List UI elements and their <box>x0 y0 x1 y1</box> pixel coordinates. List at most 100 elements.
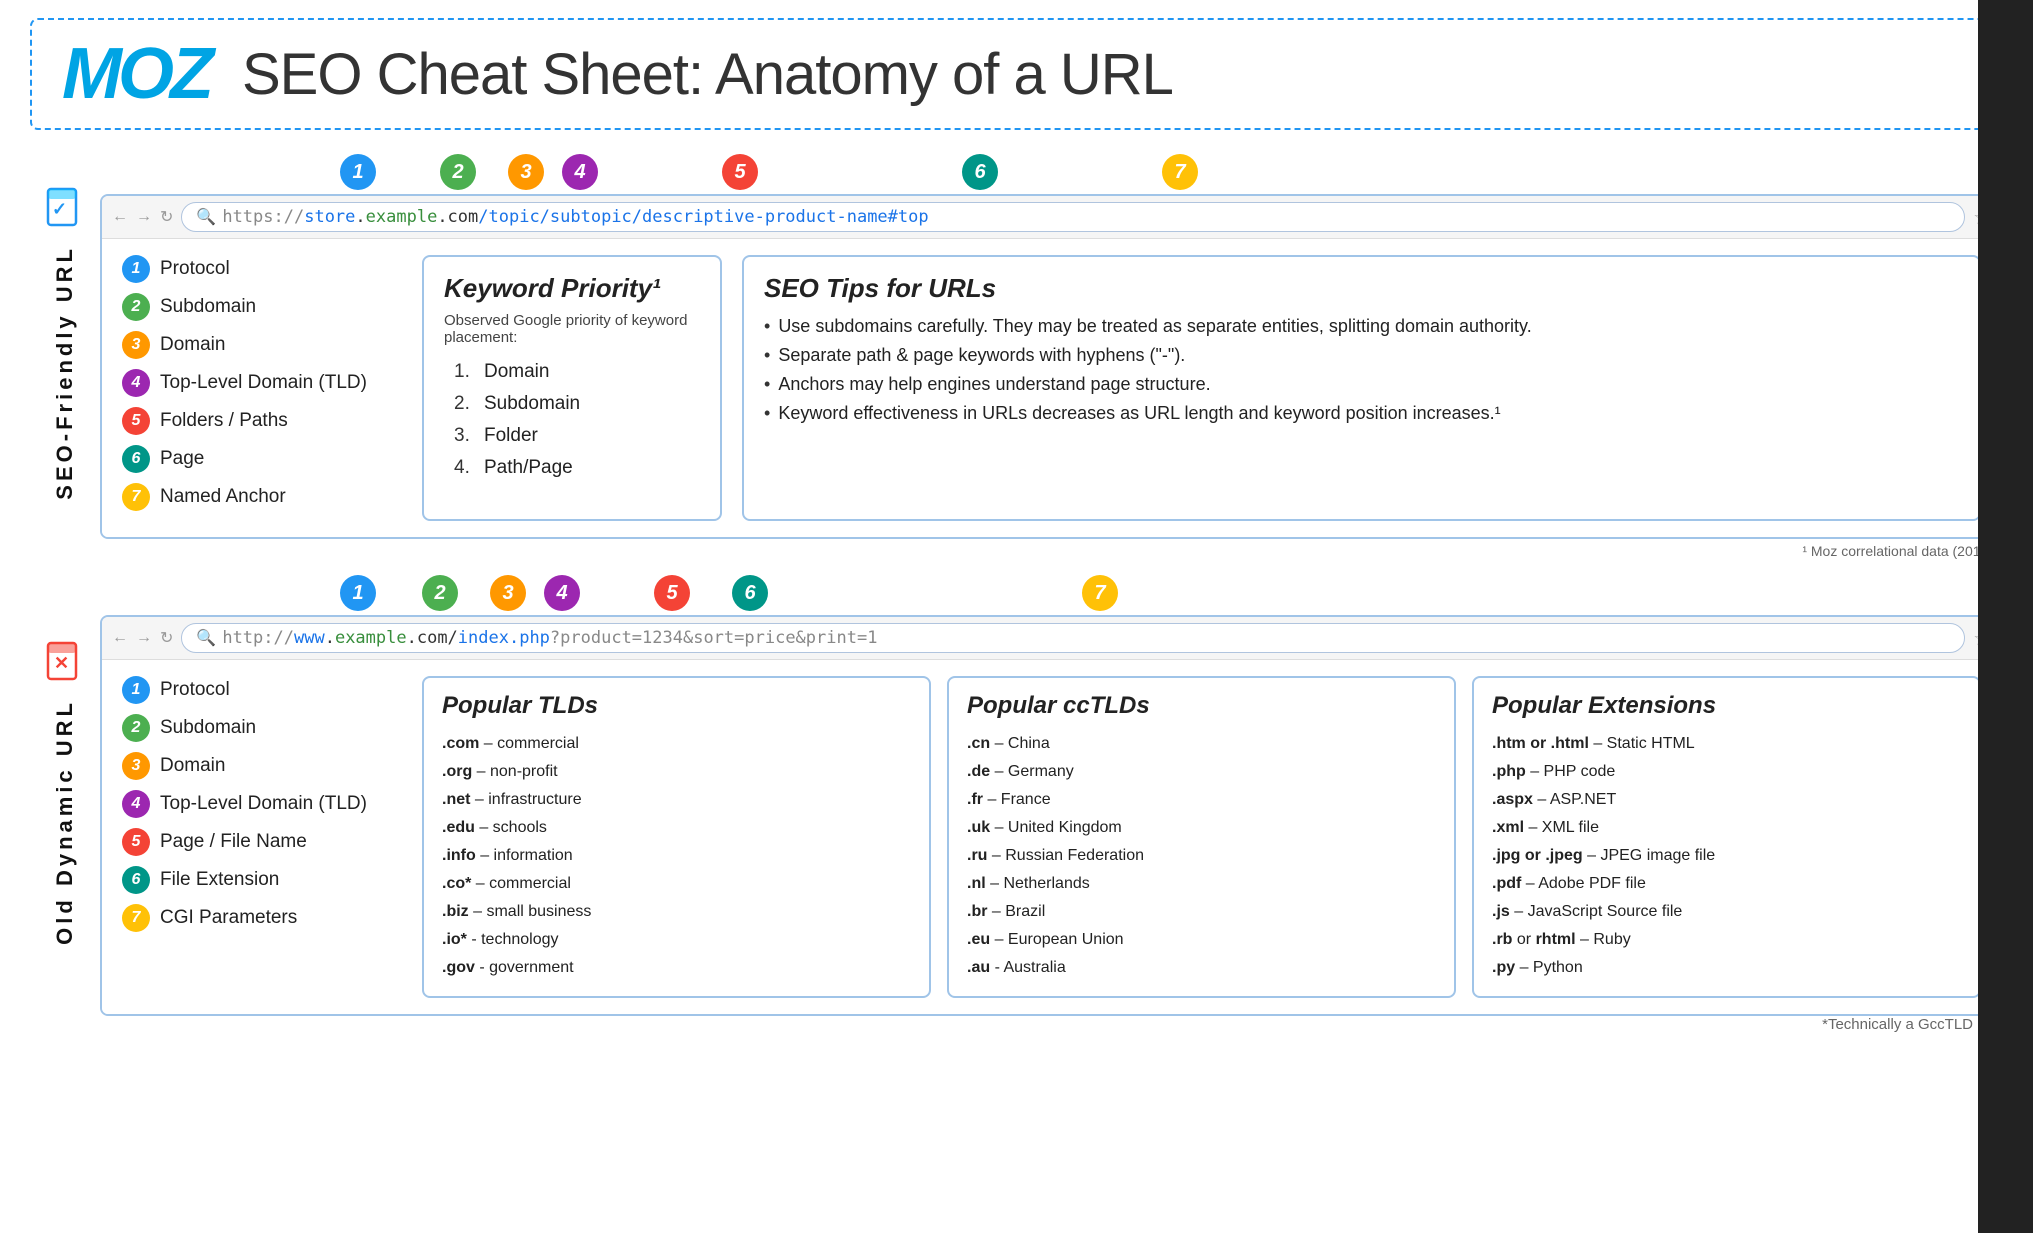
ext-item-2: .php – PHP code <box>1492 758 1961 786</box>
tld-item-5: .info – information <box>442 842 911 870</box>
part-label-7: Named Anchor <box>160 486 286 508</box>
old-content: 1 2 3 4 5 6 7 ← → ↻ 🔍 http://www.example <box>100 569 2003 1016</box>
right-decorative-bar <box>1978 0 2033 1233</box>
bottom-boxes: Popular TLDs .com – commercial .org – no… <box>422 676 1981 998</box>
ext-item-6: .pdf – Adobe PDF file <box>1492 870 1961 898</box>
part-circle-5: 5 <box>122 407 150 435</box>
tld-item-7: .biz – small business <box>442 898 911 926</box>
seo-circles-row: 1 2 3 4 5 6 7 <box>100 148 2003 194</box>
old-browser: ← → ↻ 🔍 http://www.example.com/index.php… <box>100 615 2003 1016</box>
back-button[interactable]: ← <box>112 208 128 226</box>
popular-tlds-title: Popular TLDs <box>442 692 911 720</box>
search-icon: 🔍 <box>196 207 216 227</box>
old-circle-4: 4 <box>544 575 580 611</box>
seo-browser: ← → ↻ 🔍 https://store.example.com/topic/… <box>100 194 2003 539</box>
seo-tip-1: Use subdomains carefully. They may be tr… <box>764 312 1959 341</box>
cctld-item-2: .de – Germany <box>967 758 1436 786</box>
url-display-seo: https://store.example.com/topic/subtopic… <box>222 207 928 227</box>
old-url-part-4: 4 Top-Level Domain (TLD) <box>122 790 402 818</box>
address-bar-old[interactable]: 🔍 http://www.example.com/index.php?produ… <box>181 623 1965 653</box>
old-part-label-7: CGI Parameters <box>160 907 297 929</box>
old-part-circle-7: 7 <box>122 904 150 932</box>
ext-item-5: .jpg or .jpeg – JPEG image file <box>1492 842 1961 870</box>
ext-item-4: .xml – XML file <box>1492 814 1961 842</box>
cctld-item-1: .cn – China <box>967 730 1436 758</box>
tld-item-1: .com – commercial <box>442 730 911 758</box>
old-circle-3: 3 <box>490 575 526 611</box>
cctld-item-9: .au - Australia <box>967 954 1436 982</box>
tld-item-8: .io* - technology <box>442 926 911 954</box>
cctld-item-5: .ru – Russian Federation <box>967 842 1436 870</box>
seo-vertical-label-container: ✓ SEO-Friendly URL <box>30 148 100 539</box>
popular-tlds-box: Popular TLDs .com – commercial .org – no… <box>422 676 931 998</box>
kp-item-1: Domain <box>454 356 700 388</box>
old-part-circle-5: 5 <box>122 828 150 856</box>
kp-item-3: Folder <box>454 420 700 452</box>
part-label-4: Top-Level Domain (TLD) <box>160 372 367 394</box>
forward-button[interactable]: → <box>136 208 152 226</box>
old-part-circle-3: 3 <box>122 752 150 780</box>
circle-4: 4 <box>562 154 598 190</box>
seo-tips-box: SEO Tips for URLs Use subdomains careful… <box>742 255 1981 521</box>
old-icon: ✕ <box>44 641 86 693</box>
ext-item-9: .py – Python <box>1492 954 1961 982</box>
old-part-label-5: Page / File Name <box>160 831 307 853</box>
old-refresh-button[interactable]: ↻ <box>160 628 173 648</box>
tld-item-2: .org – non-profit <box>442 758 911 786</box>
old-url-part-1: 1 Protocol <box>122 676 402 704</box>
old-search-icon: 🔍 <box>196 628 216 648</box>
bottom-note: *Technically a GccTLD <box>30 1016 2003 1041</box>
part-label-1: Protocol <box>160 258 230 280</box>
url-display-old: http://www.example.com/index.php?product… <box>222 628 877 648</box>
circle-3: 3 <box>508 154 544 190</box>
seo-tips-title: SEO Tips for URLs <box>764 273 1959 304</box>
url-part-2: 2 Subdomain <box>122 293 402 321</box>
ext-item-7: .js – JavaScript Source file <box>1492 898 1961 926</box>
kp-item-4: Path/Page <box>454 452 700 484</box>
old-part-circle-6: 6 <box>122 866 150 894</box>
svg-text:✕: ✕ <box>54 653 69 673</box>
keyword-priority-list: Domain Subdomain Folder Path/Page <box>444 356 700 484</box>
old-circles-row: 1 2 3 4 5 6 7 <box>100 569 2003 615</box>
url-part-1: 1 Protocol <box>122 255 402 283</box>
circle-2: 2 <box>440 154 476 190</box>
popular-extensions-title: Popular Extensions <box>1492 692 1961 720</box>
url-part-7: 7 Named Anchor <box>122 483 402 511</box>
address-bar-seo[interactable]: 🔍 https://store.example.com/topic/subtop… <box>181 202 1965 232</box>
keyword-priority-subtitle: Observed Google priority of keyword plac… <box>444 312 700 346</box>
old-url-part-6: 6 File Extension <box>122 866 402 894</box>
url-part-3: 3 Domain <box>122 331 402 359</box>
circle-5: 5 <box>722 154 758 190</box>
seo-tip-3: Anchors may help engines understand page… <box>764 370 1959 399</box>
old-back-button[interactable]: ← <box>112 629 128 647</box>
seo-parts-list: 1 Protocol 2 Subdomain 3 Domain 4 <box>122 255 402 521</box>
old-part-label-2: Subdomain <box>160 717 256 739</box>
cctld-item-6: .nl – Netherlands <box>967 870 1436 898</box>
refresh-button[interactable]: ↻ <box>160 207 173 227</box>
tld-item-4: .edu – schools <box>442 814 911 842</box>
part-label-6: Page <box>160 448 204 470</box>
seo-tips-list: Use subdomains carefully. They may be tr… <box>764 312 1959 428</box>
old-part-label-6: File Extension <box>160 869 279 891</box>
old-url-part-2: 2 Subdomain <box>122 714 402 742</box>
old-part-circle-2: 2 <box>122 714 150 742</box>
moz-logo: MOZ <box>62 38 210 110</box>
url-part-5: 5 Folders / Paths <box>122 407 402 435</box>
old-part-label-4: Top-Level Domain (TLD) <box>160 793 367 815</box>
circle-7: 7 <box>1162 154 1198 190</box>
old-url-part-3: 3 Domain <box>122 752 402 780</box>
url-part-4: 4 Top-Level Domain (TLD) <box>122 369 402 397</box>
seo-icon: ✓ <box>44 187 86 239</box>
circle-1: 1 <box>340 154 376 190</box>
keyword-priority-box: Keyword Priority¹ Observed Google priori… <box>422 255 722 521</box>
seo-friendly-section: ✓ SEO-Friendly URL 1 2 3 4 5 6 7 ← → <box>30 148 2003 539</box>
old-forward-button[interactable]: → <box>136 629 152 647</box>
part-circle-4: 4 <box>122 369 150 397</box>
old-dynamic-section: ✕ Old Dynamic URL 1 2 3 4 5 6 7 ← → <box>30 569 2003 1016</box>
old-circle-6: 6 <box>732 575 768 611</box>
old-label: Old Dynamic URL <box>52 699 78 945</box>
part-circle-3: 3 <box>122 331 150 359</box>
circle-6: 6 <box>962 154 998 190</box>
cctld-item-3: .fr – France <box>967 786 1436 814</box>
part-label-2: Subdomain <box>160 296 256 318</box>
